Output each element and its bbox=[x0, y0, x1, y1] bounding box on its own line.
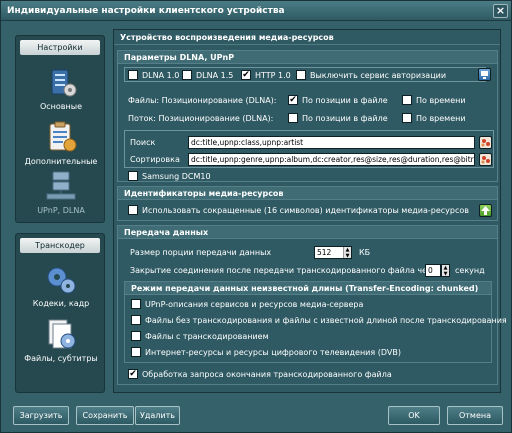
close-connection-label: Закрытие соединения после передачи транс… bbox=[130, 266, 442, 275]
stream-by-time-label: По времени bbox=[416, 114, 466, 123]
sidebar-item-label: Кодеки, кадр bbox=[32, 299, 90, 308]
dlna-group: Параметры DLNA, UPnP DLNA 1.0 DLNA 1.5 ✔… bbox=[117, 50, 498, 182]
settings-dialog: Индивидуальные настройки клиентского уст… bbox=[0, 0, 512, 433]
search-label: Поиск bbox=[130, 138, 156, 147]
delete-button[interactable]: Удалить bbox=[135, 406, 180, 425]
chunked-group: Режим передачи данных неизвестной длины … bbox=[124, 281, 507, 363]
samsung-dcm10-checkbox[interactable] bbox=[128, 171, 138, 181]
dlna10-checkbox[interactable] bbox=[128, 70, 138, 80]
end-request-label: Обработка запроса окончания транскодиров… bbox=[142, 370, 392, 379]
clipboard-icon bbox=[49, 121, 77, 152]
page-title: Устройство воспроизведения медиа-ресурсо… bbox=[114, 30, 500, 45]
title-bar: Индивидуальные настройки клиентского уст… bbox=[1, 1, 511, 21]
files-by-position-checkbox[interactable]: ✔ bbox=[288, 95, 298, 105]
upload-icon bbox=[481, 206, 490, 215]
sort-input[interactable]: dc:title,upnp:genre,upnp:album,dc:creato… bbox=[188, 153, 475, 166]
end-request-checkbox[interactable]: ✔ bbox=[128, 369, 138, 379]
basic-settings-icon bbox=[51, 69, 77, 97]
http10-checkbox[interactable]: ✔ bbox=[241, 70, 251, 80]
sidebar-item-basic[interactable]: Основные bbox=[16, 64, 106, 111]
transcoder-panel: Транскодер Кодеки, кадр Файлы, субтитры bbox=[15, 233, 105, 393]
transcoder-header[interactable]: Транскодер bbox=[20, 238, 100, 253]
chunked-files-checkbox[interactable] bbox=[131, 315, 141, 325]
stream-by-position-checkbox[interactable] bbox=[288, 113, 298, 123]
files-by-time-label: По времени bbox=[416, 96, 466, 105]
transfer-group: Передача данных Размер порции передачи д… bbox=[117, 225, 507, 385]
sort-edit-button[interactable] bbox=[479, 153, 492, 166]
cancel-button[interactable]: Отмена bbox=[447, 406, 503, 425]
dlna15-checkbox[interactable] bbox=[182, 70, 192, 80]
network-server-icon bbox=[46, 171, 76, 200]
dlna-group-header: Параметры DLNA, UPnP bbox=[118, 51, 497, 64]
dlna10-label: DLNA 1.0 bbox=[142, 71, 180, 80]
ids-action-button[interactable] bbox=[479, 204, 492, 217]
main-panel: Устройство воспроизведения медиа-ресурсо… bbox=[113, 29, 507, 393]
transfer-group-header: Передача данных bbox=[118, 226, 497, 239]
search-input[interactable]: dc:title,upnp:class,upnp:artist bbox=[188, 136, 475, 149]
chunk-size-value: 512 bbox=[317, 248, 332, 257]
sidebar-item-advanced[interactable]: Дополнительные bbox=[16, 119, 106, 166]
stream-by-position-label: По позиции в файле bbox=[302, 114, 388, 123]
close-delay-spinner[interactable]: ▲ ▼ bbox=[441, 264, 450, 277]
chunked-upnp-checkbox[interactable] bbox=[131, 299, 141, 309]
close-delay-input[interactable]: 0 bbox=[425, 264, 441, 277]
sidebar-item-codecs[interactable]: Кодеки, кадр bbox=[16, 261, 106, 308]
sidebar-item-label: Основные bbox=[39, 102, 82, 111]
samsung-dcm10-label: Samsung DCM10 bbox=[142, 172, 211, 181]
sidebar-item-files-subtitles[interactable]: Файлы, субтитры bbox=[16, 316, 106, 363]
files-by-position-label: По позиции в файле bbox=[302, 96, 388, 105]
network-settings-button[interactable] bbox=[478, 68, 491, 81]
chunk-size-unit: КБ bbox=[359, 248, 371, 257]
chunked-internet-label: Интернет-ресурсы и ресурсы цифрового тел… bbox=[145, 348, 401, 357]
sidebar-item-label: Файлы, субтитры bbox=[24, 354, 98, 363]
chunked-files-label: Файлы без транскодирования и файлы с изв… bbox=[145, 316, 507, 325]
ids-group: Идентификаторы медиа-ресурсов Использова… bbox=[117, 186, 498, 221]
short-ids-label: Использовать сокращенные (16 символов) и… bbox=[142, 206, 469, 215]
dlna15-label: DLNA 1.5 bbox=[196, 71, 234, 80]
chunked-internet-checkbox[interactable] bbox=[131, 347, 141, 357]
stream-positioning-label: Поток: Позиционирование (DLNA): bbox=[128, 114, 274, 123]
chunked-transcoded-label: Файлы с транскодированием bbox=[145, 332, 269, 341]
window-title: Индивидуальные настройки клиентского уст… bbox=[7, 6, 285, 16]
files-by-time-checkbox[interactable] bbox=[402, 95, 412, 105]
settings-header[interactable]: Настройки bbox=[20, 40, 100, 55]
sidebar-item-upnp-dlna[interactable]: UPnP, DLNA bbox=[16, 168, 106, 215]
chunk-size-label: Размер порции передачи данных bbox=[130, 248, 272, 257]
chunked-group-header: Режим передачи данных неизвестной длины … bbox=[125, 282, 491, 295]
edit-icon bbox=[481, 139, 490, 147]
chunk-size-input[interactable]: 512 ▲ ▼ bbox=[314, 246, 352, 259]
monitor-icon bbox=[481, 71, 488, 79]
disable-auth-checkbox[interactable] bbox=[296, 70, 306, 80]
sidebar-item-label: Дополнительные bbox=[24, 157, 98, 166]
disable-auth-label: Выключить сервис авторизации bbox=[310, 71, 447, 80]
search-edit-button[interactable] bbox=[479, 136, 492, 149]
load-button[interactable]: Загрузить bbox=[13, 406, 69, 425]
ok-button[interactable]: OK bbox=[388, 406, 440, 425]
ids-group-header: Идентификаторы медиа-ресурсов bbox=[118, 187, 497, 200]
save-button[interactable]: Сохранить bbox=[76, 406, 134, 425]
close-delay-value: 0 bbox=[428, 266, 433, 275]
gears-icon bbox=[47, 267, 76, 294]
settings-panel: Настройки Основные Дополнительные UPnP, … bbox=[15, 35, 105, 223]
sort-label: Сортировка bbox=[130, 155, 180, 164]
stream-by-time-checkbox[interactable] bbox=[402, 113, 412, 123]
edit-icon bbox=[481, 156, 490, 164]
http10-label: HTTP 1.0 bbox=[255, 71, 291, 80]
short-ids-checkbox[interactable] bbox=[128, 205, 138, 215]
files-gear-icon bbox=[48, 319, 76, 349]
chunked-transcoded-checkbox[interactable] bbox=[131, 331, 141, 341]
chunk-size-spinner[interactable]: ▲ ▼ bbox=[343, 247, 351, 258]
sidebar-item-label: UPnP, DLNA bbox=[37, 206, 85, 215]
files-positioning-label: Файлы: Позиционирование (DLNA): bbox=[128, 96, 277, 105]
close-delay-unit: секунд bbox=[455, 266, 485, 275]
chunked-upnp-label: UPnP-описания сервисов и ресурсов медиа-… bbox=[145, 300, 364, 309]
close-button[interactable]: × bbox=[493, 4, 508, 18]
